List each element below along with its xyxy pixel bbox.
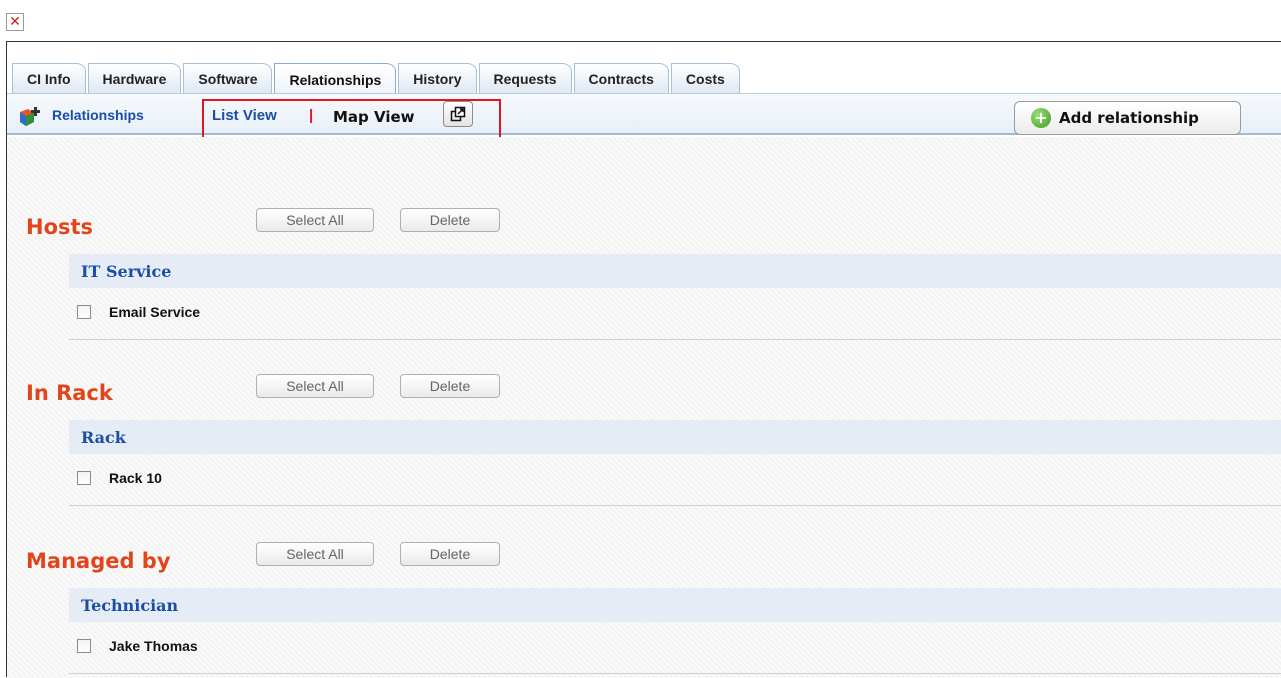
delete-button[interactable]: Delete bbox=[400, 208, 500, 232]
map-view-link[interactable]: Map View bbox=[333, 108, 415, 126]
section-divider bbox=[69, 339, 1281, 340]
item-label: Rack 10 bbox=[109, 470, 162, 486]
section-title: In Rack bbox=[26, 381, 113, 405]
delete-button[interactable]: Delete bbox=[400, 542, 500, 566]
item-checkbox[interactable] bbox=[77, 305, 91, 319]
tab-strip: CI Info Hardware Software Relationships … bbox=[12, 63, 742, 95]
item-label: Email Service bbox=[109, 304, 201, 320]
section-title: Managed by bbox=[26, 549, 171, 573]
tab-software[interactable]: Software bbox=[183, 63, 273, 93]
select-all-button[interactable]: Select All bbox=[256, 374, 374, 398]
list-item: Jake Thomas bbox=[77, 638, 198, 654]
popout-icon bbox=[450, 106, 466, 122]
tab-costs[interactable]: Costs bbox=[670, 63, 740, 93]
close-icon[interactable]: ✕ bbox=[6, 13, 24, 31]
delete-button[interactable]: Delete bbox=[400, 374, 500, 398]
select-all-button[interactable]: Select All bbox=[256, 208, 374, 232]
list-view-link[interactable]: List View bbox=[212, 107, 277, 124]
item-checkbox[interactable] bbox=[77, 639, 91, 653]
tab-contracts[interactable]: Contracts bbox=[573, 63, 669, 93]
section-divider bbox=[69, 505, 1281, 506]
ci-details-frame: CI Info Hardware Software Relationships … bbox=[6, 41, 1281, 678]
relationships-toolbar: Relationships List View | Map View + Add… bbox=[7, 93, 1281, 145]
tab-relationships[interactable]: Relationships bbox=[274, 63, 397, 95]
add-relationship-label: Add relationship bbox=[1059, 109, 1199, 127]
add-relationship-button[interactable]: + Add relationship bbox=[1014, 101, 1241, 135]
section-title: Hosts bbox=[26, 215, 94, 239]
add-plus-icon: + bbox=[1031, 108, 1051, 128]
select-all-button[interactable]: Select All bbox=[256, 542, 374, 566]
tab-hardware[interactable]: Hardware bbox=[87, 63, 182, 93]
relationships-content: Hosts Select All Delete IT Service Email… bbox=[7, 137, 1281, 678]
tab-ci-info[interactable]: CI Info bbox=[12, 63, 86, 93]
popout-button[interactable] bbox=[443, 101, 473, 127]
category-header: Technician bbox=[69, 588, 1281, 622]
list-item: Rack 10 bbox=[77, 470, 162, 486]
view-separator: | bbox=[309, 107, 314, 124]
relationships-link[interactable]: Relationships bbox=[52, 107, 144, 123]
relationships-icon bbox=[20, 107, 40, 126]
item-checkbox[interactable] bbox=[77, 471, 91, 485]
category-header: Rack bbox=[69, 420, 1281, 454]
section-divider bbox=[69, 673, 1281, 674]
tab-history[interactable]: History bbox=[398, 63, 477, 93]
category-header: IT Service bbox=[69, 254, 1281, 288]
item-label: Jake Thomas bbox=[109, 638, 198, 654]
list-item: Email Service bbox=[77, 304, 200, 320]
tab-requests[interactable]: Requests bbox=[478, 63, 572, 93]
